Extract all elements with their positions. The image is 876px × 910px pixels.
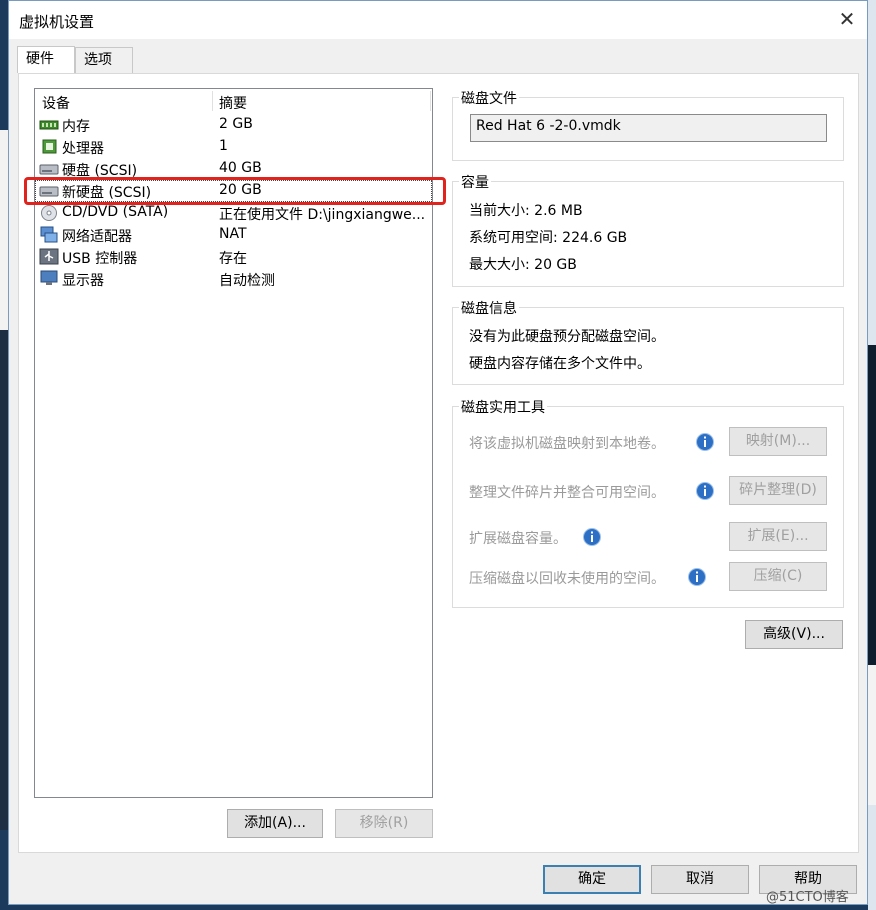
device-name: 网络适配器 <box>62 229 132 245</box>
tab-hardware-label: 硬件 <box>26 51 54 67</box>
disk-file-group: 磁盘文件 Red Hat 6 -2-0.vmdk <box>452 88 844 161</box>
compact-description: 压缩磁盘以回收未使用的空间。 <box>469 571 665 587</box>
background-desktop-right <box>868 345 876 665</box>
title-bar: 虚拟机设置 ✕ <box>9 1 867 39</box>
advanced-button[interactable]: 高级(V)... <box>745 620 843 649</box>
column-header-summary[interactable]: 摘要 <box>219 93 247 113</box>
usb-icon <box>39 248 59 265</box>
disk-file-title: 磁盘文件 <box>459 88 519 108</box>
device-name: 显示器 <box>62 273 104 289</box>
device-row-memory[interactable]: 内存 2 GB <box>35 114 432 136</box>
column-divider <box>212 91 213 111</box>
processor-icon <box>42 139 57 154</box>
disk-info-title: 磁盘信息 <box>459 298 519 318</box>
background-window-left <box>0 130 8 330</box>
disk-tools-title: 磁盘实用工具 <box>459 397 547 417</box>
device-summary: 2 GB <box>219 116 253 132</box>
tab-hardware[interactable]: 硬件 <box>17 46 75 73</box>
defrag-description: 整理文件碎片并整合可用空间。 <box>469 485 665 501</box>
close-button[interactable]: ✕ <box>835 7 859 31</box>
cancel-button[interactable]: 取消 <box>651 865 749 894</box>
background-desktop-left <box>0 330 8 830</box>
device-name: 内存 <box>62 119 90 135</box>
device-name: USB 控制器 <box>62 251 138 267</box>
window-title: 虚拟机设置 <box>19 13 95 31</box>
expand-description: 扩展磁盘容量。 <box>469 531 567 547</box>
device-list-header: 设备 摘要 <box>35 89 432 113</box>
add-button[interactable]: 添加(A)... <box>227 809 323 838</box>
watermark: @51CTO博客 <box>766 890 849 905</box>
device-summary: NAT <box>219 226 247 242</box>
map-description: 将该虚拟机磁盘映射到本地卷。 <box>469 436 665 452</box>
device-summary: 自动检测 <box>219 273 275 289</box>
tab-options-label: 选项 <box>84 52 112 68</box>
disk-file-field[interactable]: Red Hat 6 -2-0.vmdk <box>470 114 827 142</box>
cd-dvd-icon <box>41 205 57 221</box>
info-icon <box>696 433 714 451</box>
hard-disk-icon <box>39 164 59 175</box>
column-divider <box>430 91 431 111</box>
vm-settings-dialog: 虚拟机设置 ✕ 硬件 选项 设备 摘要 内存 2 GB 处理器 1 硬盘 (SC… <box>8 0 868 905</box>
disk-info-line2: 硬盘内容存储在多个文件中。 <box>469 356 651 372</box>
info-icon <box>696 482 714 500</box>
device-list[interactable]: 设备 摘要 内存 2 GB 处理器 1 硬盘 (SCSI) 40 GB 新硬盘 … <box>24 88 446 798</box>
background-panel-right <box>868 665 876 805</box>
network-adapter-icon <box>40 226 58 243</box>
info-icon <box>688 568 706 586</box>
device-name: 处理器 <box>62 141 104 157</box>
expand-button[interactable]: 扩展(E)... <box>729 522 827 551</box>
ok-button[interactable]: 确定 <box>543 865 641 894</box>
capacity-group: 容量 当前大小: 2.6 MB 系统可用空间: 224.6 GB 最大大小: 2… <box>452 172 844 287</box>
memory-icon <box>39 120 59 130</box>
map-button[interactable]: 映射(M)... <box>729 427 827 456</box>
capacity-title: 容量 <box>459 172 491 192</box>
compact-button[interactable]: 压缩(C) <box>729 562 827 591</box>
defrag-button[interactable]: 碎片整理(D) <box>729 476 827 505</box>
device-row-new-hard-disk[interactable]: 新硬盘 (SCSI) 20 GB <box>24 177 446 205</box>
device-summary: 1 <box>219 138 228 154</box>
current-size: 当前大小: 2.6 MB <box>469 203 583 219</box>
disk-info-line1: 没有为此硬盘预分配磁盘空间。 <box>469 329 665 345</box>
disk-tools-group: 磁盘实用工具 将该虚拟机磁盘映射到本地卷。 映射(M)... 整理文件碎片并整合… <box>452 397 844 608</box>
monitor-icon <box>40 270 58 285</box>
remove-button[interactable]: 移除(R) <box>335 809 433 838</box>
device-summary: 存在 <box>219 251 247 267</box>
device-summary: 40 GB <box>219 160 262 176</box>
disk-file-value: Red Hat 6 -2-0.vmdk <box>476 118 621 134</box>
info-icon <box>583 528 601 546</box>
device-row-cd-dvd[interactable]: CD/DVD (SATA) 正在使用文件 D:\jingxiangwe... <box>35 202 432 224</box>
device-row-network-adapter[interactable]: 网络适配器 NAT <box>35 224 432 246</box>
disk-info-group: 磁盘信息 没有为此硬盘预分配磁盘空间。 硬盘内容存储在多个文件中。 <box>452 298 844 385</box>
column-header-device[interactable]: 设备 <box>42 93 70 113</box>
highlight-annotation <box>24 177 446 205</box>
available-space: 系统可用空间: 224.6 GB <box>469 230 628 246</box>
device-row-display[interactable]: 显示器 自动检测 <box>35 268 432 290</box>
device-row-usb[interactable]: USB 控制器 存在 <box>35 246 432 268</box>
device-summary: 正在使用文件 D:\jingxiangwe... <box>219 207 426 223</box>
device-row-processor[interactable]: 处理器 1 <box>35 136 432 158</box>
max-size: 最大大小: 20 GB <box>469 257 577 273</box>
tab-options[interactable]: 选项 <box>75 47 133 73</box>
device-name: CD/DVD (SATA) <box>62 204 169 220</box>
